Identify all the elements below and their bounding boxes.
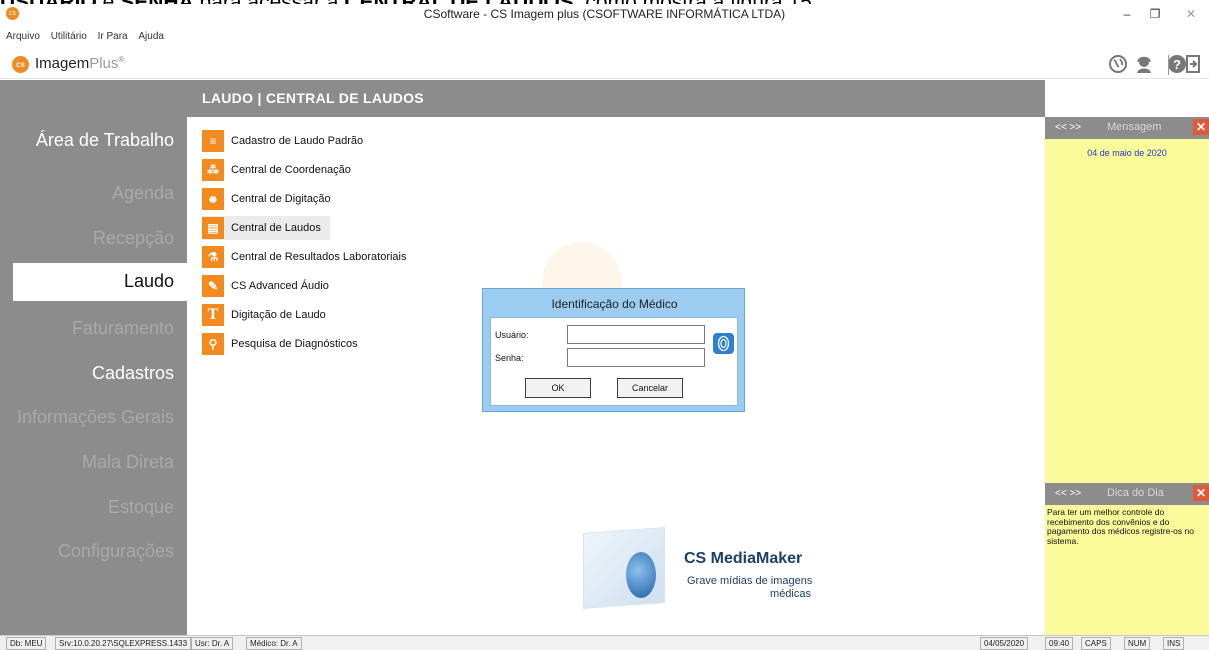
- svg-text:?: ?: [1173, 57, 1181, 72]
- flask-icon: ⚗: [202, 246, 224, 268]
- message-panel: 04 de maio de 2020: [1045, 139, 1209, 483]
- status-db: Db: MEU: [6, 637, 47, 650]
- report-icon: ▤: [202, 217, 224, 239]
- cancel-button[interactable]: Cancelar: [617, 378, 683, 398]
- sidebar: Área de Trabalho Agenda Recepção Laudo F…: [0, 80, 187, 635]
- user-field[interactable]: [567, 325, 705, 344]
- message-panel-title: Mensagem: [1107, 121, 1162, 133]
- status-caps: CAPS: [1081, 637, 1111, 650]
- menu-item-resultados-laboratoriais[interactable]: ⚗ Central de Resultados Laboratoriais: [202, 245, 442, 269]
- sidebar-item-area-de-trabalho[interactable]: Área de Trabalho: [36, 130, 174, 151]
- menu-item-central-coordenacao[interactable]: ⁂ Central de Coordenação: [202, 158, 442, 182]
- microphone-icon: ✎: [202, 275, 224, 297]
- status-date: 04/05/2020: [980, 637, 1029, 650]
- menu-bar: Arquivo Utilitário Ir Para Ajuda: [0, 30, 1209, 44]
- brand-bar: cs ImagemPlus® ?: [0, 49, 1209, 79]
- sidebar-item-agenda[interactable]: Agenda: [112, 183, 174, 204]
- tip-panel-title: Dica do Dia: [1107, 487, 1164, 499]
- menu-item-digitacao-laudo[interactable]: T Digitação de Laudo: [202, 303, 442, 327]
- fingerprint-icon[interactable]: [713, 333, 734, 354]
- sidebar-item-faturamento[interactable]: Faturamento: [72, 318, 174, 339]
- message-panel-header: << >> Mensagem ✕: [1045, 117, 1209, 139]
- disc-image: [626, 552, 656, 598]
- sidebar-item-configuracoes[interactable]: Configurações: [58, 541, 174, 562]
- sidebar-item-informacoes-gerais[interactable]: Informações Gerais: [17, 407, 174, 428]
- tip-panel-header: << >> Dica do Dia ✕: [1045, 483, 1209, 505]
- sidebar-item-recepcao[interactable]: Recepção: [93, 228, 174, 249]
- brand-logo-icon: cs: [12, 56, 29, 73]
- exit-icon[interactable]: [1182, 54, 1204, 76]
- status-ins: INS: [1163, 637, 1185, 650]
- message-date: 04 de maio de 2020: [1087, 148, 1167, 158]
- minimize-button[interactable]: –: [1113, 4, 1141, 24]
- password-label: Senha:: [495, 353, 524, 363]
- tip-nav-arrows[interactable]: << >>: [1055, 488, 1081, 499]
- page-title: LAUDO | CENTRAL DE LAUDOS: [202, 90, 424, 106]
- users-icon: ☻: [202, 188, 224, 210]
- status-medico: Médico: Dr. A: [246, 637, 302, 650]
- close-tip-icon[interactable]: ✕: [1193, 485, 1209, 501]
- tip-text: Para ter um melhor controle do recebimen…: [1047, 507, 1194, 546]
- menu-item-pesquisa-diagnosticos[interactable]: ⚲ Pesquisa de Diagnósticos: [202, 332, 442, 356]
- maximize-button[interactable]: ❐: [1141, 4, 1169, 24]
- menu-item-cadastro-laudo-padrao[interactable]: ≡ Cadastro de Laudo Padrão: [202, 129, 442, 153]
- promo-subtitle-line2: médicas: [770, 588, 811, 600]
- tip-panel: Para ter um melhor controle do recebimen…: [1045, 505, 1209, 635]
- mediamaker-promo[interactable]: CS MediaMaker Grave mídias de imagens mé…: [583, 527, 823, 610]
- dialog-body: Usuário: Senha: OK Cancelar: [490, 317, 738, 406]
- search-person-icon: ⚲: [202, 333, 224, 355]
- close-button[interactable]: ✕: [1173, 4, 1209, 24]
- sidebar-item-label: Laudo: [123, 271, 174, 291]
- menu-ir-para[interactable]: Ir Para: [98, 30, 128, 44]
- promo-subtitle: Grave mídias de imagens: [687, 575, 813, 587]
- menu-arquivo[interactable]: Arquivo: [6, 30, 40, 44]
- menu-item-central-digitacao[interactable]: ☻ Central de Digitação: [202, 187, 442, 211]
- doctor-login-dialog: Identificação do Médico Usuário: Senha: …: [482, 288, 745, 412]
- promo-title: CS MediaMaker: [684, 550, 803, 567]
- sidebar-item-estoque[interactable]: Estoque: [108, 497, 174, 518]
- brand-name: ImagemPlus®: [35, 55, 125, 72]
- status-bar: Db: MEU Srv:10.0.20.27\SQLEXPRESS.1433 U…: [0, 635, 1209, 650]
- password-field[interactable]: [567, 348, 705, 367]
- status-num: NUM: [1124, 637, 1151, 650]
- globe-icon[interactable]: [1107, 54, 1129, 76]
- section-header: LAUDO | CENTRAL DE LAUDOS: [187, 80, 1045, 117]
- status-user: Usr: Dr. A: [191, 637, 234, 650]
- window-titlebar: cs CSoftware - CS Imagem plus (CSOFTWARE…: [0, 4, 1209, 24]
- menu-utilitario[interactable]: Utilitário: [51, 30, 87, 44]
- menu-item-advanced-audio[interactable]: ✎ CS Advanced Áudio: [202, 274, 442, 298]
- dialog-title: Identificação do Médico: [551, 297, 678, 311]
- coordination-icon: ⁂: [202, 159, 224, 181]
- status-server: Srv:10.0.20.27\SQLEXPRESS.1433: [55, 637, 192, 650]
- message-nav-arrows[interactable]: << >>: [1055, 122, 1081, 133]
- ok-button[interactable]: OK: [525, 378, 591, 398]
- sidebar-item-mala-direta[interactable]: Mala Direta: [82, 452, 174, 473]
- menu-ajuda[interactable]: Ajuda: [138, 30, 164, 44]
- status-time: 09:40: [1045, 637, 1074, 650]
- close-message-icon[interactable]: ✕: [1193, 119, 1209, 135]
- user-label: Usuário:: [495, 330, 529, 340]
- support-agent-icon[interactable]: [1133, 54, 1155, 76]
- sidebar-item-laudo[interactable]: Laudo: [13, 263, 187, 301]
- toolbar-separator: [1168, 55, 1169, 75]
- menu-item-central-laudos[interactable]: ▤ Central de Laudos: [202, 216, 330, 240]
- text-icon: T: [202, 304, 224, 326]
- document-add-icon: ≡: [202, 130, 224, 152]
- window-title: CSoftware - CS Imagem plus (CSOFTWARE IN…: [423, 7, 786, 21]
- sidebar-item-cadastros[interactable]: Cadastros: [92, 363, 174, 384]
